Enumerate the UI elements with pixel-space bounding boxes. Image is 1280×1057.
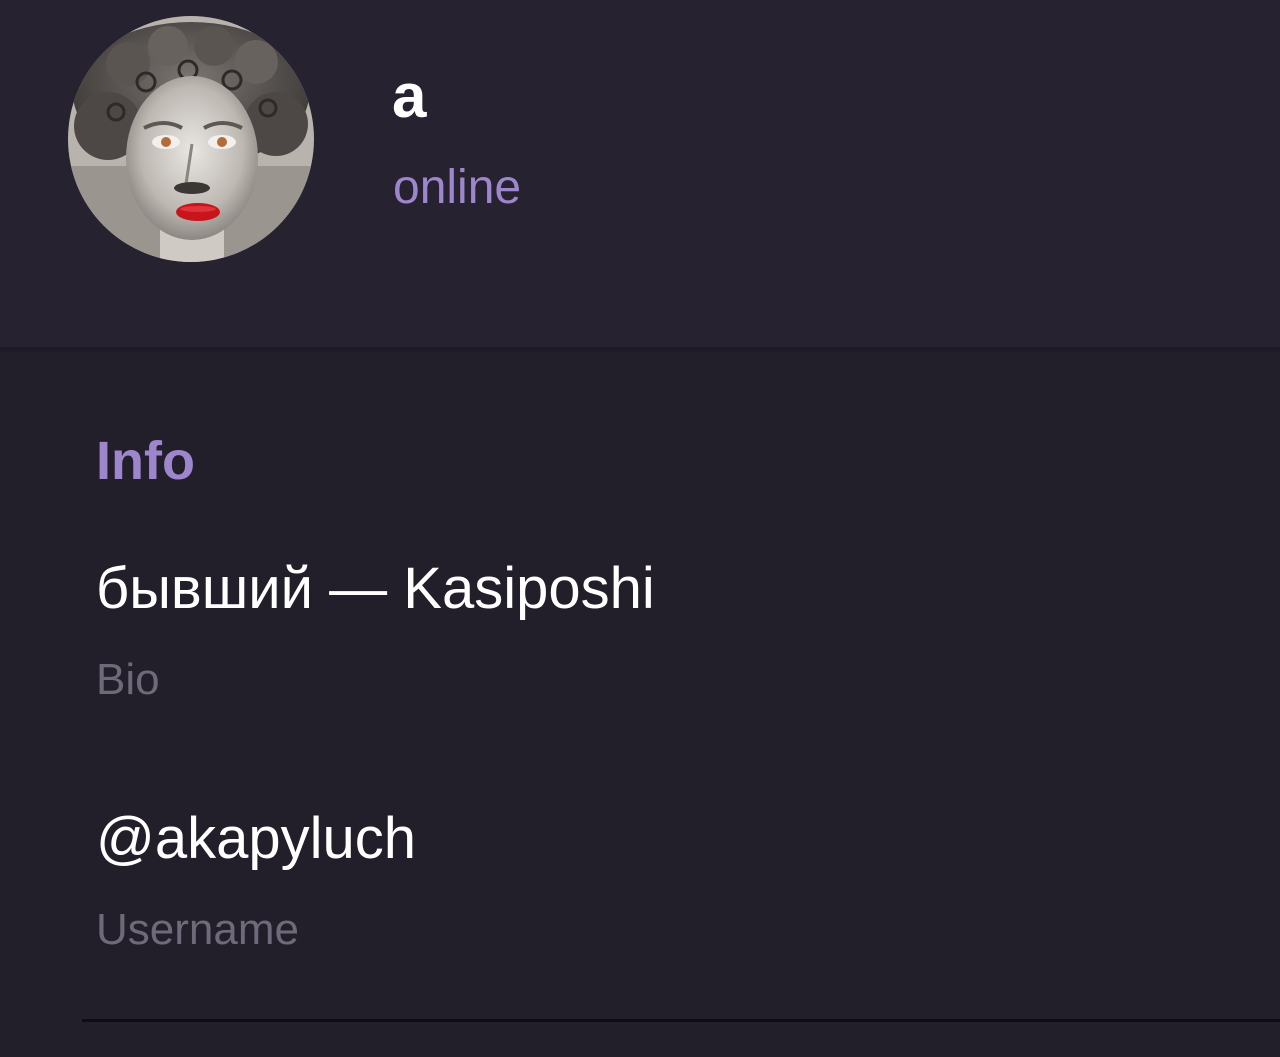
bio-row[interactable]: бывший — Kasiposhi Bio [96,560,1280,730]
profile-avatar[interactable] [68,16,314,262]
username-value: @akapyluch [96,806,417,871]
divider [82,1019,1280,1022]
username-row[interactable]: @akapyluch Username [96,810,1280,980]
profile-page: a online Info бывший — Kasiposhi Bio @ak… [0,0,1280,1057]
bio-value: бывший — Kasiposhi [96,556,655,621]
profile-photo-statue-icon [68,16,314,262]
header-shadow [0,347,1280,353]
bio-label: Bio [96,655,160,704]
username-label: Username [96,905,299,954]
profile-header: a online [0,0,1280,347]
profile-name: a [392,62,427,131]
info-section-title: Info [96,431,195,491]
online-status: online [393,161,522,214]
